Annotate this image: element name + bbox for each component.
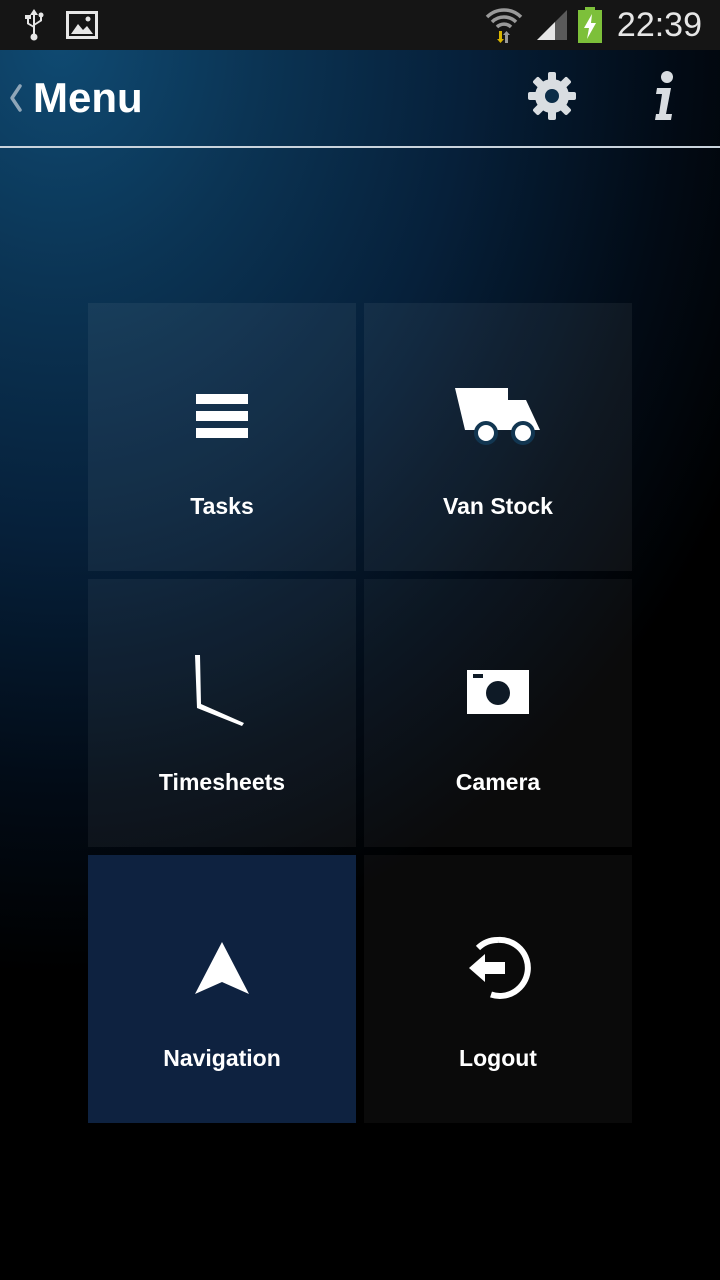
status-bar: 22:39 (0, 0, 720, 50)
info-button[interactable] (634, 68, 694, 128)
action-bar: Menu (0, 50, 720, 146)
tasks-label: Tasks (190, 493, 254, 519)
page-title[interactable]: Menu (33, 50, 143, 146)
logout-tile[interactable]: Logout (364, 855, 632, 1123)
wifi-icon (484, 0, 524, 50)
van-stock-label: Van Stock (443, 493, 553, 519)
camera-tile[interactable]: Camera (364, 579, 632, 847)
app-screen: 22:39 Menu Tasks Van Stock Timesheets Ca… (0, 0, 720, 1280)
chevron-left-icon[interactable] (6, 80, 26, 116)
signal-icon (534, 0, 570, 50)
list-icon (194, 392, 250, 445)
navigation-arrow-icon (193, 940, 251, 1001)
timesheets-label: Timesheets (158, 769, 286, 795)
navigation-tile[interactable]: Navigation (88, 855, 356, 1123)
battery-charging-icon (576, 0, 604, 50)
action-bar-divider (0, 146, 720, 148)
status-time: 22:39 (616, 6, 702, 44)
settings-button[interactable] (522, 68, 582, 128)
camera-label: Camera (455, 769, 541, 795)
navigation-label: Navigation (163, 1045, 281, 1071)
usb-icon (20, 0, 48, 50)
camera-icon (466, 669, 530, 720)
timesheets-tile[interactable]: Timesheets (88, 579, 356, 847)
info-icon (649, 70, 679, 127)
image-icon (64, 0, 100, 50)
van-icon (452, 386, 544, 451)
clock-icon (192, 652, 252, 737)
gear-icon (527, 71, 577, 126)
tasks-tile[interactable]: Tasks (88, 303, 356, 571)
van-stock-tile[interactable]: Van Stock (364, 303, 632, 571)
logout-icon (465, 935, 531, 1006)
logout-label: Logout (459, 1045, 537, 1071)
